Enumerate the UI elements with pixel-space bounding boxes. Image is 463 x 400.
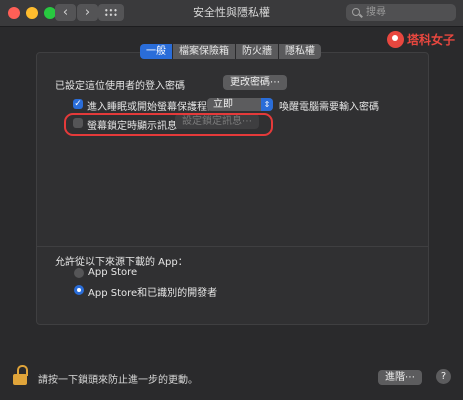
select-arrows-icon: ⇕ [261, 98, 273, 111]
help-button[interactable]: ? [436, 369, 451, 384]
radio-app-store-and-identified-label: App Store和已識別的開發者 [88, 288, 218, 299]
annotation-highlight [64, 113, 273, 136]
lock-icon[interactable] [13, 365, 28, 385]
search-icon [352, 8, 360, 16]
radio-app-store-and-identified[interactable] [74, 285, 84, 295]
tab-firewall[interactable]: 防火牆 [236, 44, 279, 59]
section-divider [37, 246, 428, 247]
tab-bar: 一般 檔案保險箱 防火牆 隱私權 [140, 44, 321, 59]
watermark-text: 塔科女子 [407, 32, 456, 47]
require-password-delay-value: 立即 [213, 99, 233, 110]
search-placeholder: 搜尋 [366, 7, 386, 18]
require-password-suffix: 喚醒電腦需要輸入密碼 [279, 102, 379, 113]
watermark-logo: 塔科女子 [387, 29, 455, 49]
require-password-delay-select[interactable]: 立即 ⇕ [207, 98, 273, 111]
change-password-button[interactable]: 更改密碼⋯ [223, 75, 287, 90]
watermark-icon [387, 30, 404, 48]
checkmark-icon: ✓ [74, 99, 82, 109]
password-set-label: 已設定這位使用者的登入密碼 [55, 81, 185, 92]
tab-filevault[interactable]: 檔案保險箱 [173, 44, 236, 59]
tab-general[interactable]: 一般 [140, 44, 173, 59]
allow-apps-heading: 允許從以下來源下載的 App： [55, 257, 188, 268]
tab-privacy[interactable]: 隱私權 [279, 44, 321, 59]
general-panel: 已設定這位使用者的登入密碼 更改密碼⋯ ✓ 進入睡眠或開始螢幕保護程式 立即 ⇕… [36, 52, 429, 325]
require-password-checkbox[interactable]: ✓ [73, 99, 83, 109]
radio-app-store[interactable] [74, 268, 84, 278]
require-password-label: 進入睡眠或開始螢幕保護程式 [87, 102, 217, 113]
lock-hint-text: 請按一下鎖頭來防止進一步的更動。 [38, 375, 198, 386]
radio-app-store-label: App Store [88, 267, 138, 278]
search-field[interactable]: 搜尋 [346, 4, 456, 21]
advanced-button[interactable]: 進階⋯ [378, 370, 422, 385]
title-bar: ‹ › 安全性與隱私權 搜尋 [0, 0, 463, 27]
